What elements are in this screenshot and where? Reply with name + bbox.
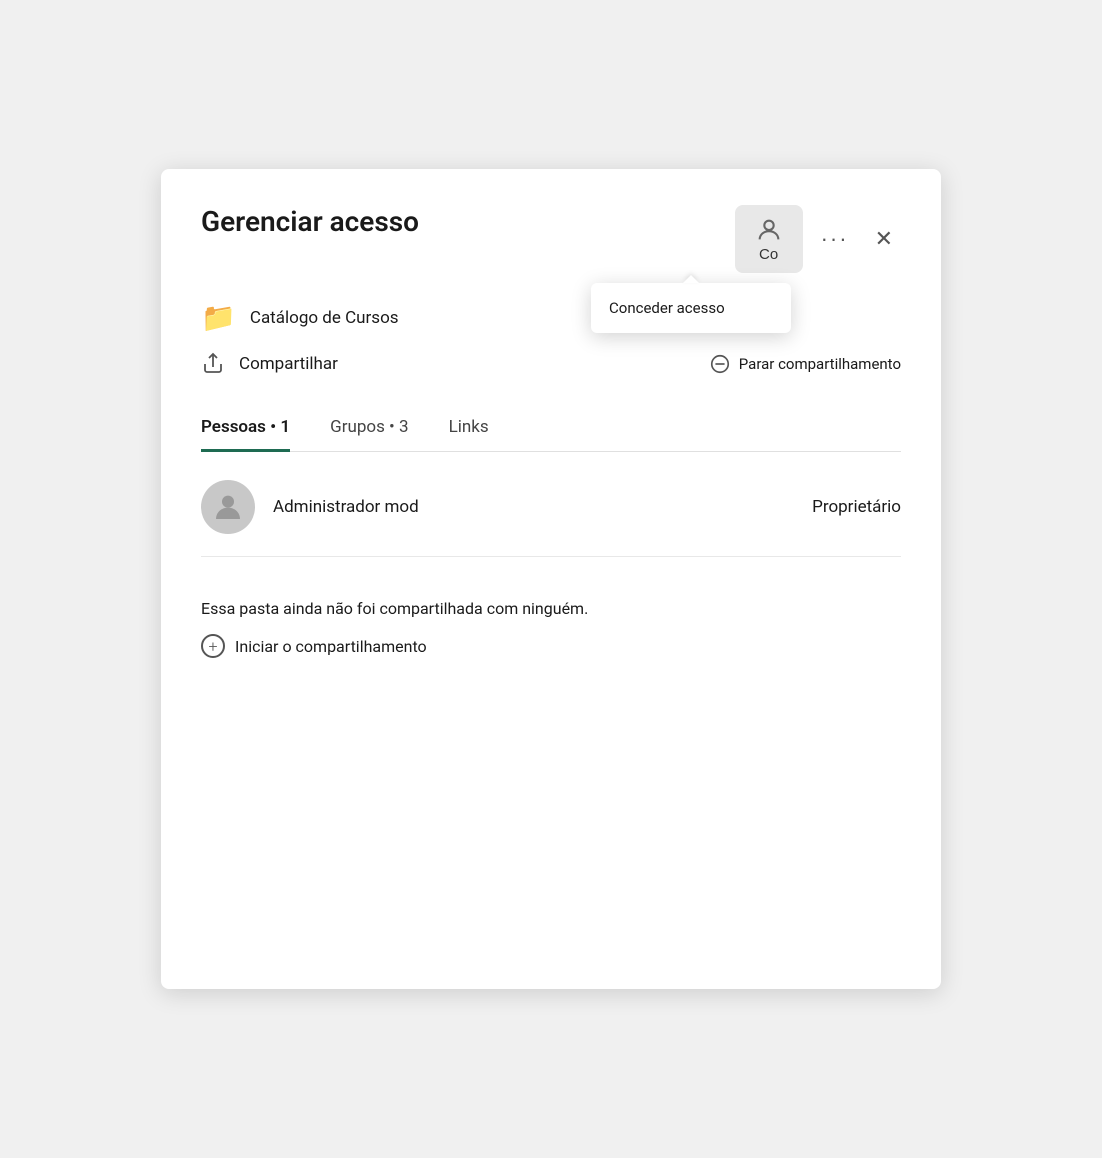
grant-access-item[interactable]: Conceder acesso	[591, 289, 791, 327]
tab-grupos[interactable]: Grupos • 3	[330, 405, 408, 452]
close-button[interactable]: ✕	[867, 220, 901, 258]
avatar-person-icon	[212, 491, 244, 523]
header-actions: Co ··· ✕ Conceder acesso	[735, 205, 901, 273]
manage-access-dialog: Gerenciar acesso Co ··· ✕ Conceder acess…	[161, 169, 941, 989]
share-label: Compartilhar	[239, 354, 338, 374]
plus-circle-icon: +	[201, 634, 225, 658]
empty-state: Essa pasta ainda não foi compartilhada c…	[201, 579, 901, 658]
stop-share-label: Parar compartilhamento	[739, 355, 901, 373]
avatar-button[interactable]: Co	[735, 205, 803, 273]
person-role: Proprietário	[812, 497, 901, 517]
start-sharing-label: Iniciar o compartilhamento	[235, 637, 427, 656]
header-row: Gerenciar acesso Co ··· ✕ Conceder acess…	[201, 205, 901, 273]
share-row: Compartilhar Parar compartilhamento	[201, 352, 901, 376]
dialog-title: Gerenciar acesso	[201, 205, 419, 239]
person-row: Administrador mod Proprietário	[201, 480, 901, 557]
tabs: Pessoas • 1 Grupos • 3 Links	[201, 404, 901, 452]
folder-icon: 📁	[201, 301, 236, 334]
person-name: Administrador mod	[273, 497, 419, 517]
share-left: Compartilhar	[201, 352, 338, 376]
stop-sharing-button[interactable]: Parar compartilhamento	[709, 353, 901, 375]
start-sharing-button[interactable]: + Iniciar o compartilhamento	[201, 634, 901, 658]
avatar	[201, 480, 255, 534]
person-left: Administrador mod	[201, 480, 419, 534]
folder-name: Catálogo de Cursos	[250, 308, 399, 328]
folder-row: 📁 Catálogo de Cursos	[201, 301, 901, 334]
empty-text: Essa pasta ainda não foi compartilhada c…	[201, 599, 901, 618]
stop-icon	[709, 353, 731, 375]
share-icon	[201, 352, 225, 376]
tab-pessoas[interactable]: Pessoas • 1	[201, 405, 290, 452]
more-button[interactable]: ···	[815, 220, 855, 258]
tab-links[interactable]: Links	[449, 405, 489, 452]
person-icon	[755, 216, 783, 244]
dropdown-menu: Conceder acesso	[591, 283, 791, 333]
people-section: Administrador mod Proprietário Essa past…	[201, 452, 901, 658]
avatar-label: Co	[759, 246, 778, 263]
